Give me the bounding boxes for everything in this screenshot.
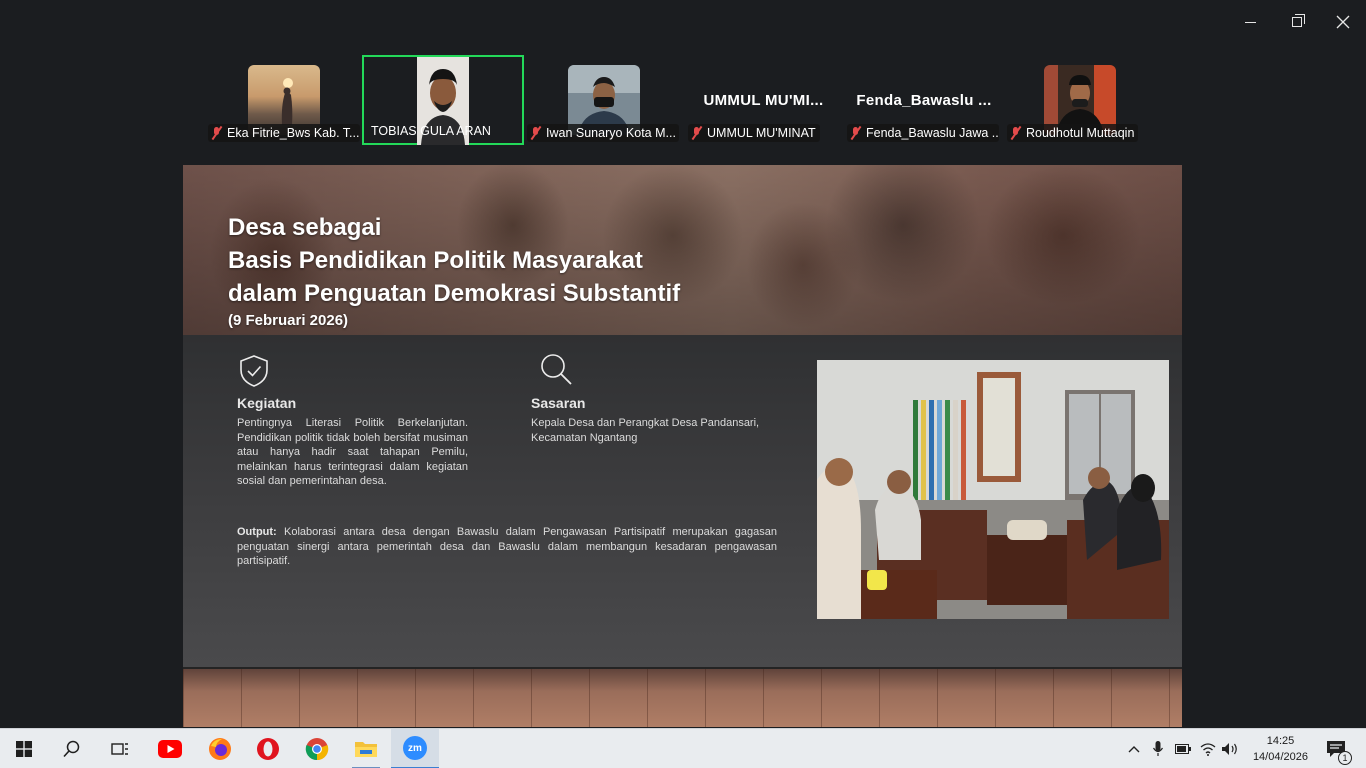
search-button[interactable] bbox=[48, 729, 96, 768]
microphone-tray-button[interactable] bbox=[1150, 739, 1166, 759]
network-tray-button[interactable] bbox=[1199, 739, 1217, 759]
zoom-icon-label: zm bbox=[408, 742, 422, 754]
wifi-icon bbox=[1200, 743, 1216, 756]
shield-check-icon bbox=[240, 355, 268, 387]
opera-taskbar-button[interactable] bbox=[244, 729, 292, 768]
slide-date: (9 Februari 2026) bbox=[228, 312, 349, 329]
task-view-icon bbox=[111, 743, 128, 755]
search-icon bbox=[63, 740, 80, 758]
participant-tile-active-speaker[interactable]: TOBIAS GULA ARAN bbox=[362, 55, 524, 145]
output-paragraph: Output: Kolaborasi antara desa dengan Ba… bbox=[237, 525, 777, 569]
participant-name: Roudhotul Muttaqin bbox=[1026, 126, 1135, 140]
opera-icon bbox=[257, 738, 279, 760]
participant-name: TOBIAS GULA ARAN bbox=[371, 124, 491, 138]
participant-tile[interactable]: UMMUL MU'MI... UMMUL MU'MINAT bbox=[686, 55, 841, 145]
windows-start-icon bbox=[16, 741, 32, 757]
start-button[interactable] bbox=[0, 729, 48, 768]
notification-center-button[interactable]: 1 bbox=[1322, 737, 1352, 765]
file-explorer-taskbar-button[interactable] bbox=[342, 729, 390, 768]
slide-body: Kegiatan Pentingnya Literasi Politik Ber… bbox=[183, 335, 1182, 667]
youtube-icon bbox=[158, 740, 182, 758]
participant-display-name: Fenda_Bawaslu ... bbox=[856, 92, 992, 109]
participant-name-label: UMMUL MU'MINAT bbox=[688, 124, 820, 142]
kegiatan-title: Kegiatan bbox=[237, 395, 297, 411]
speaker-icon bbox=[1222, 743, 1237, 755]
participant-display-name: UMMUL MU'MI... bbox=[703, 92, 824, 109]
restore-icon bbox=[1292, 14, 1305, 27]
clock-time: 14:25 bbox=[1266, 735, 1295, 747]
output-label: Output: bbox=[237, 526, 277, 538]
participant-name: Eka Fitrie_Bws Kab. T... bbox=[227, 126, 360, 140]
sasaran-title: Sasaran bbox=[531, 395, 586, 411]
zoom-meeting-window: Eka Fitrie_Bws Kab. T... TOBIAS GULA ARA… bbox=[0, 0, 1366, 768]
system-clock[interactable]: 14:25 14/04/2026 bbox=[1253, 733, 1308, 765]
mic-muted-icon bbox=[211, 126, 223, 140]
magnifier-icon bbox=[541, 354, 572, 385]
restore-button[interactable] bbox=[1285, 10, 1309, 34]
chrome-icon bbox=[305, 738, 329, 761]
slide-title-line: Basis Pendidikan Politik Masyarakat bbox=[228, 247, 643, 274]
minimize-button[interactable] bbox=[1238, 10, 1262, 34]
participant-name: UMMUL MU'MINAT bbox=[707, 126, 816, 140]
file-explorer-icon bbox=[355, 742, 377, 757]
participant-name-label: Iwan Sunaryo Kota M... bbox=[527, 124, 679, 142]
participant-name: Fenda_Bawaslu Jawa ... bbox=[866, 126, 999, 140]
close-icon bbox=[1336, 15, 1350, 29]
participant-name-label: Roudhotul Muttaqin bbox=[1007, 124, 1139, 142]
task-view-button[interactable] bbox=[96, 729, 144, 768]
clock-date: 14/04/2026 bbox=[1252, 751, 1308, 763]
firefox-icon bbox=[209, 738, 231, 760]
youtube-taskbar-button[interactable] bbox=[146, 729, 194, 768]
participant-tile[interactable]: Roudhotul Muttaqin bbox=[1005, 55, 1155, 145]
mic-muted-icon bbox=[850, 126, 862, 140]
participant-name-label: Fenda_Bawaslu Jawa ... bbox=[847, 124, 999, 142]
participant-name-label: Eka Fitrie_Bws Kab. T... bbox=[208, 124, 360, 142]
chevron-up-icon bbox=[1128, 746, 1140, 753]
slide-title-line: dalam Penguatan Demokrasi Substantif bbox=[228, 280, 681, 307]
slide-title-line: Desa sebagai bbox=[228, 214, 382, 241]
output-text: Kolaborasi antara desa dengan Bawaslu da… bbox=[237, 526, 778, 567]
mic-muted-icon bbox=[1010, 126, 1022, 140]
shared-screen-slide: Desa sebagai Basis Pendidikan Politik Ma… bbox=[183, 165, 1182, 727]
sasaran-text: Kepala Desa dan Perangkat Desa Pandansar… bbox=[531, 417, 760, 444]
participant-name-label: TOBIAS GULA ARAN bbox=[368, 122, 495, 140]
zoom-icon: zm bbox=[403, 736, 427, 760]
participant-name: Iwan Sunaryo Kota M... bbox=[546, 126, 676, 140]
windows-taskbar: zm 14:25 14/04/2026 1 bbox=[0, 728, 1366, 768]
close-button[interactable] bbox=[1331, 10, 1355, 34]
volume-tray-button[interactable] bbox=[1221, 739, 1239, 759]
mic-muted-icon bbox=[691, 126, 703, 140]
zoom-taskbar-button[interactable]: zm bbox=[391, 729, 439, 768]
notification-count-badge: 1 bbox=[1338, 751, 1352, 765]
participant-tile[interactable]: Eka Fitrie_Bws Kab. T... bbox=[206, 55, 361, 145]
battery-tray-button[interactable] bbox=[1174, 739, 1192, 759]
chrome-taskbar-button[interactable] bbox=[293, 729, 341, 768]
meeting-photo bbox=[817, 360, 1169, 619]
microphone-icon bbox=[1153, 741, 1163, 756]
participant-tile[interactable]: Iwan Sunaryo Kota M... bbox=[525, 55, 683, 145]
participant-tile[interactable]: Fenda_Bawaslu ... Fenda_Bawaslu Jawa ... bbox=[845, 55, 1003, 145]
slide-floor-decoration bbox=[183, 667, 1182, 727]
kegiatan-text: Pentingnya Literasi Politik Berkelanjuta… bbox=[237, 417, 468, 487]
firefox-taskbar-button[interactable] bbox=[196, 729, 244, 768]
slide-title-block: Desa sebagai Basis Pendidikan Politik Ma… bbox=[228, 211, 680, 329]
mic-muted-icon bbox=[530, 126, 542, 140]
show-hidden-icons-button[interactable] bbox=[1126, 739, 1142, 759]
battery-icon bbox=[1175, 744, 1191, 754]
